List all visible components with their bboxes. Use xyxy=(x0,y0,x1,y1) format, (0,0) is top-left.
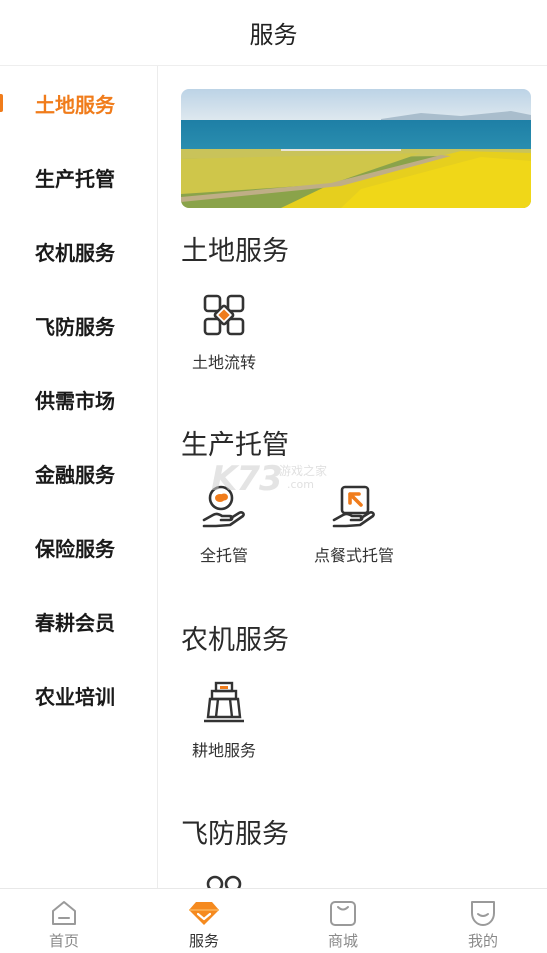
landscape-image xyxy=(181,89,531,208)
section-title-aerial-spraying: 飞防服务 xyxy=(181,819,289,850)
section-title-land-service: 土地服务 xyxy=(181,236,289,267)
shop-icon xyxy=(330,901,356,926)
tab-service[interactable]: 服务 xyxy=(136,889,272,953)
profile-icon xyxy=(471,901,495,926)
tractor-icon xyxy=(204,681,244,723)
sidebar-item-label: 金融服务 xyxy=(35,462,115,487)
sidebar-item-land-service[interactable]: 土地服务 xyxy=(0,66,158,140)
drone-icon xyxy=(206,875,242,888)
home-icon xyxy=(52,901,76,925)
sidebar-item-label: 农机服务 xyxy=(35,240,115,265)
sidebar-item-label: 供需市场 xyxy=(35,388,115,413)
banner-image[interactable] xyxy=(181,89,531,208)
service-content: 土地服务 土地流转 生产托管 全托管 点餐式托管 农机服务 耕地服务 飞防服务 … xyxy=(159,66,547,888)
service-label: 土地流转 xyxy=(191,353,256,372)
sidebar-item-supply-demand[interactable]: 供需市场 xyxy=(0,362,158,436)
sidebar-item-training[interactable]: 农业培训 xyxy=(0,658,158,732)
service-label: 耕地服务 xyxy=(191,741,256,760)
service-label: 全托管 xyxy=(199,546,248,565)
sidebar-item-label: 农业培训 xyxy=(35,684,115,709)
watermark-small: 游戏之家 xyxy=(279,464,328,478)
service-plowing[interactable]: 耕地服务 xyxy=(169,679,279,761)
sidebar-item-label: 生产托管 xyxy=(35,166,115,191)
land-transfer-icon xyxy=(203,294,245,336)
tab-label: 首页 xyxy=(48,932,79,950)
section-title-production-custody: 生产托管 xyxy=(181,430,289,461)
sidebar-item-label: 保险服务 xyxy=(35,536,115,561)
service-label: 点餐式托管 xyxy=(313,546,394,565)
diamond-icon xyxy=(189,902,219,925)
tab-shop[interactable]: 商城 xyxy=(275,889,411,953)
sidebar-item-label: 土地服务 xyxy=(35,92,115,117)
sidebar-item-spring-member[interactable]: 春耕会员 xyxy=(0,584,158,658)
top-header: 服务 xyxy=(0,0,547,66)
section-title-machinery-service: 农机服务 xyxy=(181,625,289,656)
active-indicator xyxy=(0,94,3,112)
page-title: 服务 xyxy=(249,21,298,49)
tab-label: 服务 xyxy=(188,932,219,950)
watermark-logo: K73 游戏之家 .com xyxy=(211,459,341,499)
sidebar-item-label: 飞防服务 xyxy=(35,314,115,339)
bottom-tabbar: 首页 服务 商城 我的 xyxy=(0,888,547,953)
service-drone-partial[interactable] xyxy=(169,872,279,888)
watermark-big: K73 xyxy=(211,459,283,499)
sidebar-item-insurance[interactable]: 保险服务 xyxy=(0,510,158,584)
sidebar-item-label: 春耕会员 xyxy=(35,610,115,635)
sidebar-item-production-custody[interactable]: 生产托管 xyxy=(0,140,158,214)
tab-home[interactable]: 首页 xyxy=(0,889,132,953)
service-land-transfer[interactable]: 土地流转 xyxy=(169,291,279,373)
sidebar-item-machinery-service[interactable]: 农机服务 xyxy=(0,214,158,288)
tab-profile[interactable]: 我的 xyxy=(415,889,547,953)
category-sidebar: 土地服务 生产托管 农机服务 飞防服务 供需市场 金融服务 保险服务 春耕会员 … xyxy=(0,66,158,888)
watermark-domain: .com xyxy=(287,478,314,491)
sidebar-item-finance[interactable]: 金融服务 xyxy=(0,436,158,510)
tab-label: 商城 xyxy=(327,932,358,950)
sidebar-item-aerial-spraying[interactable]: 飞防服务 xyxy=(0,288,158,362)
tab-label: 我的 xyxy=(467,932,498,950)
